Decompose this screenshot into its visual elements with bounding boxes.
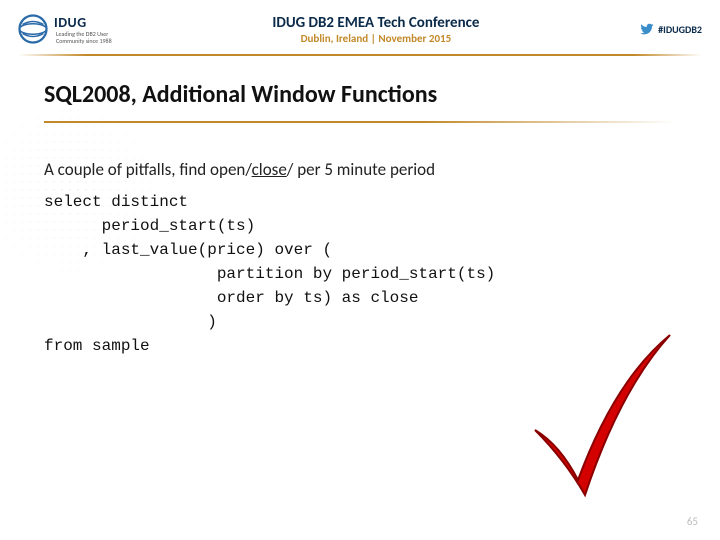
conference-subtitle: Dublin, Ireland | November 2015 [112, 32, 641, 45]
slide-title: SQL2008, Additional Window Functions [44, 80, 676, 109]
header: IDUG Leading the DB2 User Community sinc… [0, 0, 720, 54]
conference-title: IDUG DB2 EMEA Tech Conference [112, 14, 641, 32]
header-center: IDUG DB2 EMEA Tech Conference Dublin, Ir… [112, 14, 641, 45]
logo-block: IDUG Leading the DB2 User Community sinc… [18, 14, 112, 44]
code-line-7: from sample [44, 337, 150, 355]
intro-prefix: A couple of pitfalls, find open/ [44, 159, 252, 180]
code-line-5: order by ts) as close [44, 289, 418, 307]
title-underline [44, 121, 676, 123]
logo-text: IDUG [54, 14, 112, 31]
intro-text: A couple of pitfalls, find open/close/ p… [44, 159, 676, 180]
code-line-4: partition by period_start(ts) [44, 265, 495, 283]
intro-underlined: close [252, 159, 287, 180]
code-line-3: , last_value(price) over ( [44, 241, 332, 259]
hashtag-block: #IDUGDB2 [640, 22, 702, 36]
slide-content: SQL2008, Additional Window Functions A c… [0, 56, 720, 358]
twitter-icon [640, 22, 654, 36]
hashtag-text: #IDUGDB2 [658, 23, 702, 36]
page-number: 65 [687, 515, 698, 528]
code-line-2: period_start(ts) [44, 217, 255, 235]
checkmark-icon [520, 320, 680, 500]
intro-suffix: / per 5 minute period [287, 159, 435, 180]
code-line-1: select distinct [44, 193, 188, 211]
idug-logo-icon [18, 14, 48, 44]
logo-subtext-2: Community since 1988 [56, 38, 112, 45]
code-line-6: ) [44, 313, 217, 331]
